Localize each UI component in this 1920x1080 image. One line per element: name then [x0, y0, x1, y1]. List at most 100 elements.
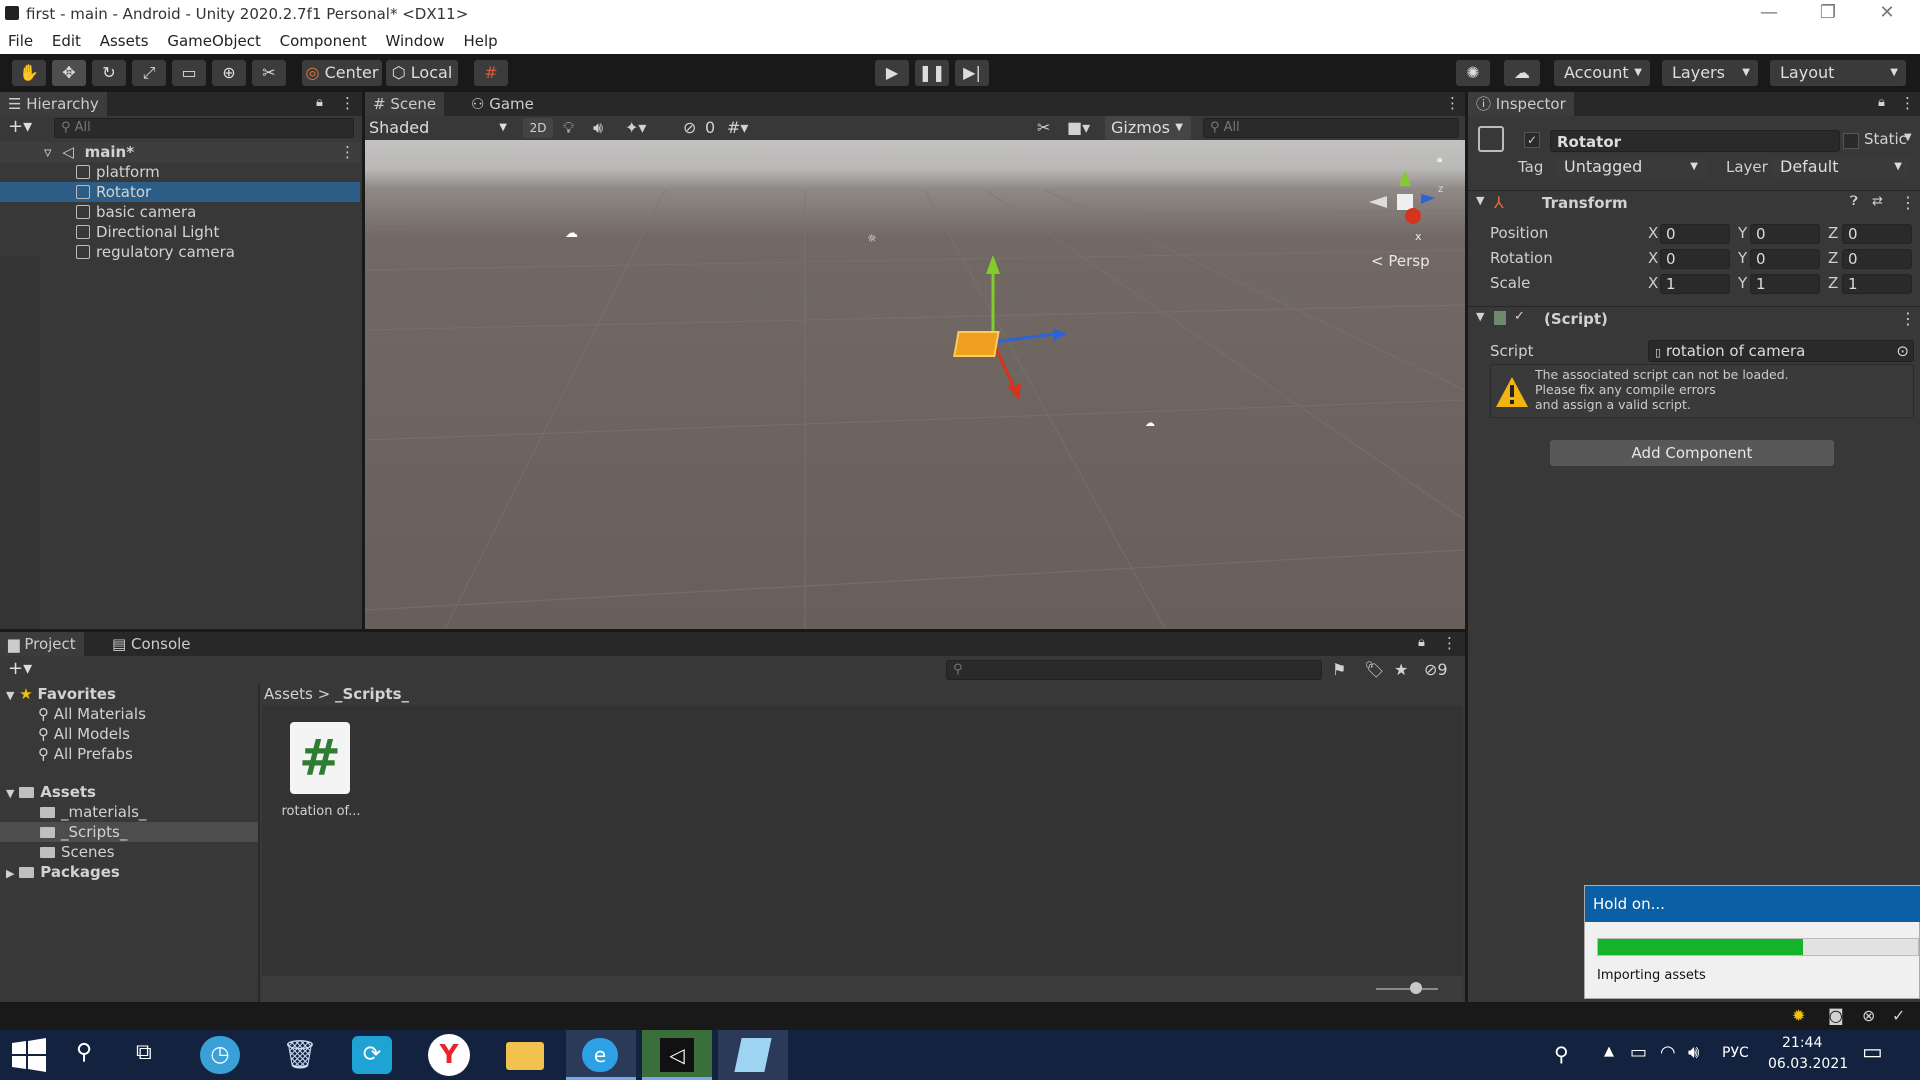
app-unity-icon[interactable]: ◁: [642, 1030, 712, 1080]
minimize-icon[interactable]: —: [1746, 2, 1792, 26]
tab-console[interactable]: ▤ Console: [104, 632, 199, 656]
object-picker-icon[interactable]: ⊙: [1896, 341, 1909, 361]
windows-start-icon[interactable]: [12, 1038, 46, 1072]
object-name-field[interactable]: Rotator: [1550, 130, 1840, 152]
component-kebab-icon[interactable]: ⋮: [1900, 309, 1916, 328]
rotation-y-label[interactable]: Y: [1738, 249, 1747, 267]
project-add-button[interactable]: +▾: [8, 658, 32, 679]
menu-file[interactable]: File: [8, 28, 33, 50]
preset-icon[interactable]: ⇄: [1872, 194, 1883, 209]
zoom-slider-handle[interactable]: [1410, 982, 1422, 994]
hierarchy-add-button[interactable]: +▾: [8, 116, 32, 137]
account-dropdown[interactable]: Account: [1554, 60, 1650, 86]
play-button[interactable]: ▶: [875, 60, 909, 86]
move-handle-gizmo[interactable]: [905, 250, 1105, 450]
notifications-icon[interactable]: ▭: [1862, 1040, 1883, 1065]
script-asset-tile[interactable]: # rotation of...: [278, 722, 368, 822]
scale-y-label[interactable]: Y: [1738, 274, 1747, 292]
menu-help[interactable]: Help: [463, 28, 497, 50]
app-yandex-browser-icon[interactable]: Y: [414, 1030, 484, 1080]
script-component-header[interactable]: ▼ ✓ (Script) ⋮: [1468, 306, 1920, 330]
favorite-item-materials[interactable]: ⚲ All Materials: [38, 704, 146, 724]
component-kebab-icon[interactable]: ⋮: [1900, 193, 1916, 212]
scene-kebab-icon[interactable]: ⋮: [340, 142, 355, 162]
maximize-icon[interactable]: ❐: [1805, 2, 1851, 26]
hierarchy-item-regulatory-camera[interactable]: regulatory camera: [0, 242, 360, 262]
position-y-label[interactable]: Y: [1738, 224, 1747, 242]
app-timer-icon[interactable]: ◷: [186, 1030, 256, 1080]
hierarchy-item-platform[interactable]: platform: [0, 162, 360, 182]
filter-label-icon[interactable]: 🏷︎: [1364, 660, 1384, 679]
app-notes-icon[interactable]: [718, 1030, 788, 1080]
network-status-icon[interactable]: ⊗: [1862, 1006, 1875, 1025]
active-checkbox[interactable]: ✓: [1524, 132, 1540, 148]
search-icon[interactable]: ⚲: [76, 1040, 92, 1065]
check-status-icon[interactable]: ✓: [1892, 1006, 1905, 1025]
lighting-status-icon[interactable]: ✹: [1792, 1006, 1805, 1025]
folder-item-scenes[interactable]: Scenes: [40, 842, 115, 862]
scale-x-field[interactable]: 1: [1660, 274, 1730, 294]
cloud-icon[interactable]: ☁: [1504, 60, 1540, 86]
task-view-icon[interactable]: ⧉: [136, 1040, 152, 1065]
tab-project[interactable]: ▆ Project: [0, 632, 84, 656]
lock-icon[interactable]: 🔒︎: [316, 95, 323, 110]
menu-component[interactable]: Component: [280, 28, 367, 50]
position-z-label[interactable]: Z: [1828, 224, 1838, 242]
rotation-x-label[interactable]: X: [1648, 249, 1658, 267]
position-y-field[interactable]: 0: [1750, 224, 1820, 244]
favorite-item-prefabs[interactable]: ⚲ All Prefabs: [38, 744, 133, 764]
app-recycle-icon[interactable]: 🗑︎: [262, 1030, 332, 1080]
position-z-field[interactable]: 0: [1842, 224, 1912, 244]
scene-viewport[interactable]: ☁ ☼ ☁ z x < Persp 🔒︎: [365, 140, 1465, 629]
battery-icon[interactable]: ▭: [1630, 1042, 1647, 1063]
tab-hierarchy[interactable]: ☰ Hierarchy: [0, 92, 107, 116]
hierarchy-item-rotator[interactable]: Rotator: [0, 182, 360, 202]
app-refresh-icon[interactable]: ⟳: [338, 1030, 408, 1080]
menu-window[interactable]: Window: [386, 28, 445, 50]
clock-time[interactable]: 21:44: [1782, 1035, 1822, 1051]
toggle-2d-button[interactable]: 2D: [523, 118, 553, 138]
layer-dropdown[interactable]: Default: [1770, 156, 1910, 178]
add-component-button[interactable]: Add Component: [1550, 440, 1834, 466]
menu-gameobject[interactable]: GameObject: [167, 28, 261, 50]
folder-item-materials[interactable]: _materials_: [40, 802, 146, 822]
custom-tool-icon[interactable]: ✂: [252, 60, 286, 86]
transform-header[interactable]: ▼ ⅄ Transform ❓︎ ⇄ ⋮: [1468, 190, 1920, 214]
lighting-icon[interactable]: 💡︎: [563, 118, 574, 138]
breadcrumb-assets[interactable]: Assets: [264, 685, 313, 703]
audio-icon[interactable]: 🔊︎: [593, 118, 603, 138]
app-file-explorer-icon[interactable]: [490, 1030, 560, 1080]
scale-y-field[interactable]: 1: [1750, 274, 1820, 294]
snap-grid-icon[interactable]: #: [474, 60, 508, 86]
gizmos-dropdown[interactable]: Gizmos: [1105, 116, 1191, 140]
lock-icon[interactable]: 🔒︎: [1418, 635, 1425, 650]
camera-icon[interactable]: ■▾: [1067, 118, 1090, 137]
static-dropdown-icon[interactable]: ▼: [1904, 132, 1912, 143]
scale-x-label[interactable]: X: [1648, 274, 1658, 292]
folder-item-scripts[interactable]: _Scripts_: [0, 822, 258, 842]
rotation-x-field[interactable]: 0: [1660, 249, 1730, 269]
project-search-input[interactable]: ⚲: [946, 660, 1322, 680]
tray-expand-icon[interactable]: ▲: [1604, 1044, 1614, 1059]
scale-tool-icon[interactable]: ⤢: [132, 60, 166, 86]
collab-status-icon[interactable]: ◙: [1828, 1006, 1844, 1025]
transform-tool-icon[interactable]: ⊕: [212, 60, 246, 86]
space-local-button[interactable]: ⬡ Local: [386, 60, 458, 86]
tab-scene[interactable]: # Scene: [365, 92, 445, 116]
persp-label[interactable]: < Persp: [1371, 252, 1430, 270]
kebab-menu-icon[interactable]: ⋮: [1900, 94, 1915, 112]
tab-inspector[interactable]: ⓘ Inspector: [1468, 92, 1574, 116]
breadcrumb-scripts[interactable]: _Scripts_: [335, 685, 409, 703]
assets-header[interactable]: ▼ Assets: [6, 782, 96, 804]
rotation-z-label[interactable]: Z: [1828, 249, 1838, 267]
tag-dropdown[interactable]: Untagged: [1554, 156, 1706, 178]
lock-icon[interactable]: 🔒︎: [1878, 95, 1885, 110]
favorite-star-icon[interactable]: ★: [1394, 660, 1408, 679]
grid-toggle-icon[interactable]: #▾: [727, 118, 748, 137]
tools-icon[interactable]: ✂: [1037, 118, 1050, 137]
hidden-objects-icon[interactable]: ⊘: [683, 118, 696, 137]
help-icon[interactable]: ❓︎: [1850, 194, 1858, 209]
rotate-tool-icon[interactable]: ↻: [92, 60, 126, 86]
kebab-menu-icon[interactable]: ⋮: [340, 94, 355, 112]
favorite-item-models[interactable]: ⚲ All Models: [38, 724, 130, 744]
